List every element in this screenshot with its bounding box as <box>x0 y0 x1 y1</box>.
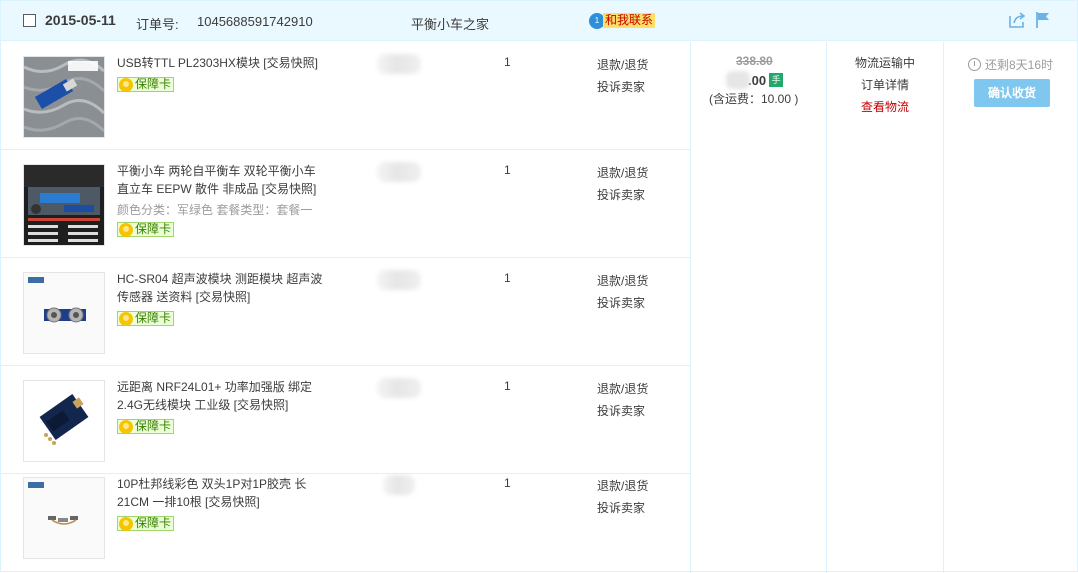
order-number: 1045688591742910 <box>197 14 313 29</box>
order-item: 远距离 NRF24L01+ 功率加强版 绑定2.4G无线模块 工业级 [交易快照… <box>1 366 690 474</box>
order-detail-link[interactable]: 订单详情 <box>861 76 909 93</box>
product-thumbnail[interactable] <box>23 56 105 138</box>
item-quantity: 1 <box>504 163 511 177</box>
order-status: 物流运输中 <box>855 56 916 70</box>
blurred-unit-price <box>377 54 421 74</box>
blurred-unit-price <box>377 162 421 182</box>
actual-paid-price: .00 手 <box>726 71 784 89</box>
refund-return-link[interactable]: 退款/退货 <box>597 54 648 76</box>
product-title-link[interactable]: HC-SR04 超声波模块 测距模块 超声波传感器 送资料 [交易快照] <box>117 270 327 306</box>
coin-icon <box>119 222 133 237</box>
guarantee-card-badge[interactable]: 保障卡 <box>117 222 175 237</box>
complain-seller-link[interactable]: 投诉卖家 <box>597 497 648 519</box>
order-card: 2015-05-11 订单号: 1045688591742910 平衡小车之家 … <box>0 0 1078 573</box>
price-column: 338.80 .00 手 (含运费：10.00 ) <box>690 42 826 573</box>
share-icon[interactable] <box>1008 11 1026 32</box>
guarantee-card-label: 保障卡 <box>135 311 172 325</box>
coin-icon <box>119 311 133 326</box>
item-quantity: 1 <box>504 55 511 69</box>
order-item: 平衡小车 两轮自平衡车 双轮平衡小车 直立车 EEPW 散件 非成品 [交易快照… <box>1 150 690 258</box>
product-thumbnail[interactable] <box>23 477 105 559</box>
refund-return-link[interactable]: 退款/退货 <box>597 270 648 292</box>
product-title-link[interactable]: 平衡小车 两轮自平衡车 双轮平衡小车 直立车 EEPW 散件 非成品 [交易快照… <box>117 162 327 198</box>
blurred-unit-price <box>383 475 415 495</box>
guarantee-card-badge[interactable]: 保障卡 <box>117 77 175 92</box>
complain-seller-link[interactable]: 投诉卖家 <box>597 400 648 422</box>
product-title-link[interactable]: 10P杜邦线彩色 双头1P对1P胶壳 长21CM 一排10根 [交易快照] <box>117 475 327 511</box>
guarantee-card-badge[interactable]: 保障卡 <box>117 516 175 531</box>
product-thumbnail[interactable] <box>23 164 105 246</box>
blurred-unit-price <box>377 378 421 398</box>
mobile-order-icon: 手 <box>769 73 784 87</box>
order-date: 2015-05-11 <box>45 12 116 28</box>
product-title-link[interactable]: 远距离 NRF24L01+ 功率加强版 绑定2.4G无线模块 工业级 [交易快照… <box>117 378 327 414</box>
contact-seller-label: 和我联系 <box>603 13 656 28</box>
product-title-link[interactable]: USB转TTL PL2303HX模块 [交易快照] <box>117 54 327 72</box>
action-column: 还剩8天16时 确认收货 <box>943 42 1078 573</box>
shop-name-link[interactable]: 平衡小车之家 <box>411 14 489 33</box>
complain-seller-link[interactable]: 投诉卖家 <box>597 76 648 98</box>
guarantee-card-label: 保障卡 <box>135 77 172 91</box>
coin-icon <box>119 419 133 434</box>
order-item: USB转TTL PL2303HX模块 [交易快照] 保障卡 1 退款/退货 投诉… <box>1 42 690 150</box>
guarantee-card-label: 保障卡 <box>135 419 172 433</box>
shipping-fee: (含运费：10.00 ) <box>709 92 799 106</box>
original-total-price: 338.80 <box>736 54 773 68</box>
product-thumbnail[interactable] <box>23 380 105 462</box>
coin-icon <box>119 516 133 531</box>
item-quantity: 1 <box>504 379 511 393</box>
complain-seller-link[interactable]: 投诉卖家 <box>597 184 648 206</box>
order-item: HC-SR04 超声波模块 测距模块 超声波传感器 送资料 [交易快照] 保障卡… <box>1 258 690 366</box>
product-thumbnail[interactable] <box>23 272 105 354</box>
order-header: 2015-05-11 订单号: 1045688591742910 平衡小车之家 … <box>1 1 1077 41</box>
item-quantity: 1 <box>504 476 511 490</box>
clock-icon <box>968 58 981 71</box>
guarantee-card-label: 保障卡 <box>135 516 172 530</box>
order-number-label: 订单号: <box>136 17 179 32</box>
confirm-receipt-button[interactable]: 确认收货 <box>974 79 1050 107</box>
view-logistics-link[interactable]: 查看物流 <box>861 98 909 115</box>
blurred-price-digits <box>726 71 750 89</box>
flag-icon[interactable] <box>1035 11 1051 32</box>
refund-return-link[interactable]: 退款/退货 <box>597 378 648 400</box>
blurred-unit-price <box>377 270 421 290</box>
complain-seller-link[interactable]: 投诉卖家 <box>597 292 648 314</box>
paid-amount-suffix: .00 <box>748 72 767 88</box>
item-quantity: 1 <box>504 271 511 285</box>
remaining-time-text: 还剩8天16时 <box>985 58 1054 72</box>
order-checkbox[interactable] <box>23 14 36 27</box>
contact-seller-button[interactable]: 1 和我联系 <box>589 12 656 29</box>
guarantee-card-badge[interactable]: 保障卡 <box>117 311 175 326</box>
refund-return-link[interactable]: 退款/退货 <box>597 475 648 497</box>
order-item: 10P杜邦线彩色 双头1P对1P胶壳 长21CM 一排10根 [交易快照] 保障… <box>1 463 690 573</box>
coin-icon <box>119 77 133 92</box>
refund-return-link[interactable]: 退款/退货 <box>597 162 648 184</box>
guarantee-card-label: 保障卡 <box>135 222 172 236</box>
remaining-time: 还剩8天16时 <box>968 56 1053 73</box>
guarantee-card-badge[interactable]: 保障卡 <box>117 419 175 434</box>
product-sku: 颜色分类：军绿色 套餐类型：套餐一 <box>117 203 313 217</box>
status-column: 物流运输中 订单详情 查看物流 <box>826 42 943 573</box>
